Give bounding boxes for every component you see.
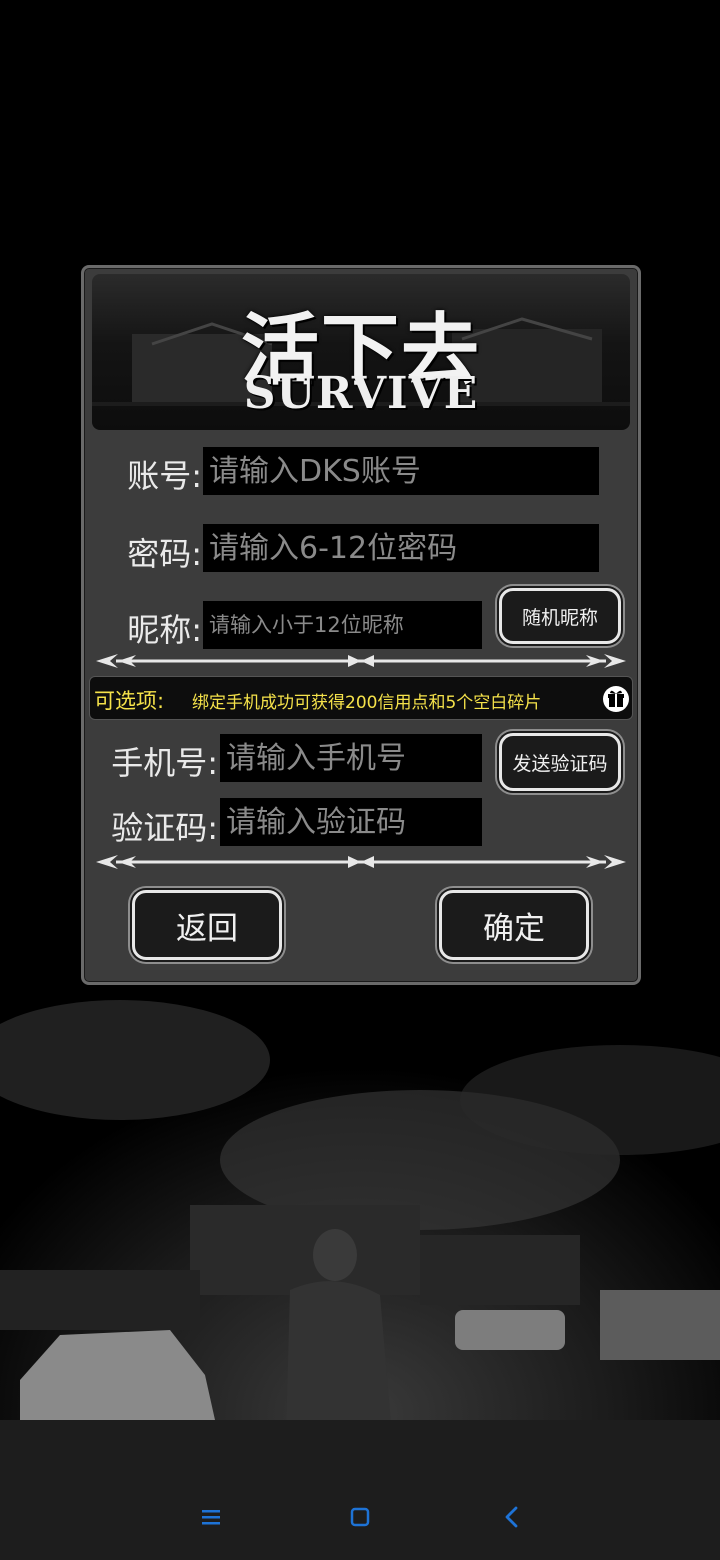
logo-title-en: SURVIVE [243,368,479,419]
back-chevron-icon[interactable] [492,1500,532,1534]
send-code-button[interactable]: 发送验证码 [499,733,621,791]
gift-icon [603,686,629,712]
ornament-divider [96,855,626,869]
password-label: 密码: [127,535,202,573]
nickname-label: 昵称: [127,611,202,649]
code-label: 验证码: [111,809,218,847]
ornament-divider [96,654,626,668]
confirm-button[interactable]: 确定 [439,890,589,960]
register-dialog: 活下去 SURVIVE 账号: 密码: 昵称: 随机昵称 可选项: 绑定手机成功… [81,265,641,985]
home-square-icon[interactable] [340,1500,380,1534]
account-label: 账号: [127,457,202,495]
back-button[interactable]: 返回 [132,890,282,960]
optional-reward-text: 绑定手机成功可获得200信用点和5个空白碎片 [192,693,542,713]
account-input[interactable] [203,447,599,495]
random-nickname-button[interactable]: 随机昵称 [499,588,621,644]
optional-label: 可选项: [94,689,165,713]
menu-icon[interactable] [191,1500,231,1534]
verification-code-input[interactable] [220,798,482,846]
nickname-input[interactable] [203,601,482,649]
optional-bind-phone-bar: 可选项: 绑定手机成功可获得200信用点和5个空白碎片 [89,676,633,720]
phone-label: 手机号: [111,744,218,782]
phone-input[interactable] [220,734,482,782]
password-input[interactable] [203,524,599,572]
system-navigation-bar [0,1490,720,1544]
game-logo-banner: 活下去 SURVIVE [92,274,630,430]
